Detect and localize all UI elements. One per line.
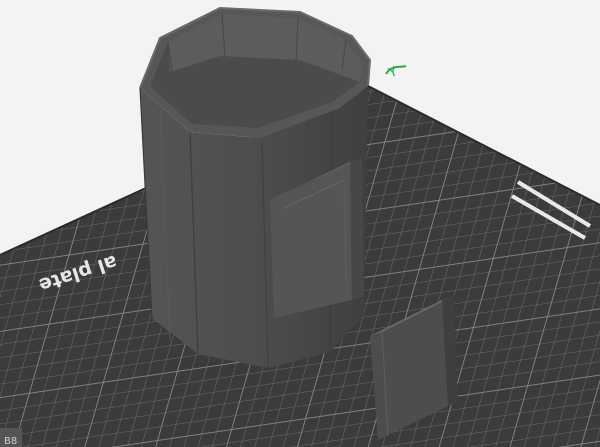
3d-viewport[interactable]: al plate B8 Y xyxy=(0,0,600,447)
corner-label: B8 xyxy=(4,436,17,447)
y-axis-indicator: Y xyxy=(385,64,407,82)
scene-canvas[interactable]: al plate B8 Y xyxy=(0,0,600,447)
model-cylinder[interactable] xyxy=(139,6,372,369)
